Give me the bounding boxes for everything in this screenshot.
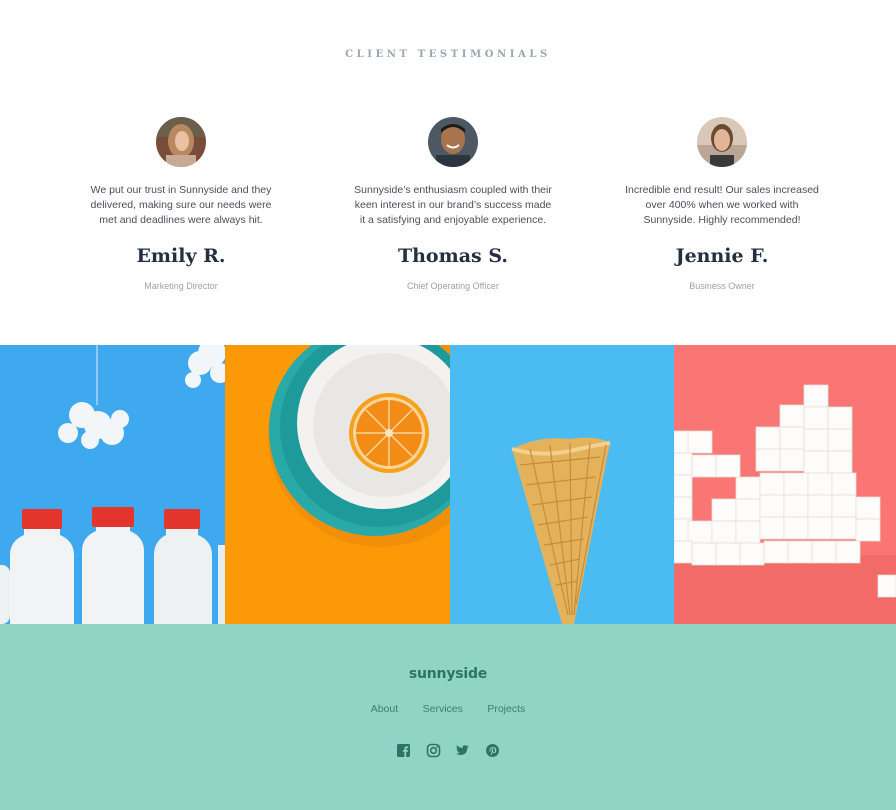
testimonial-role: Business Owner xyxy=(689,281,755,291)
testimonial-role: Marketing Director xyxy=(144,281,218,291)
pinterest-icon[interactable] xyxy=(485,743,500,758)
orange-plate-image xyxy=(225,345,450,624)
testimonial-name: Thomas S. xyxy=(397,245,508,267)
facebook-icon[interactable] xyxy=(396,743,411,758)
sugar-cubes-image xyxy=(674,345,896,624)
testimonial-role: Chief Operating Officer xyxy=(407,281,499,291)
section-title: CLIENT TESTIMONIALS xyxy=(345,49,551,60)
testimonial-quote: We put our trust in Sunnyside and they d… xyxy=(90,184,272,226)
testimonial-quote: Incredible end result! Our sales increas… xyxy=(625,184,819,226)
avatar xyxy=(428,117,478,167)
testimonial-name: Jennie F. xyxy=(675,245,769,267)
footer-nav: About Services Projects xyxy=(0,699,896,717)
testimonial-card: We put our trust in Sunnyside and they d… xyxy=(76,117,286,291)
avatar xyxy=(156,117,206,167)
instagram-icon[interactable] xyxy=(426,743,441,758)
ice-cream-cone-image xyxy=(450,345,674,624)
testimonial-card: Sunnyside’s enthusiasm coupled with thei… xyxy=(348,117,558,291)
milk-bottles-image xyxy=(0,345,225,624)
footer-link-projects[interactable]: Projects xyxy=(487,703,525,715)
testimonials-section: CLIENT TESTIMONIALS We put our trust in … xyxy=(0,0,896,345)
twitter-icon[interactable] xyxy=(455,743,470,758)
avatar xyxy=(697,117,747,167)
footer-link-about[interactable]: About xyxy=(371,703,398,715)
image-gallery xyxy=(0,345,896,624)
social-links xyxy=(0,743,896,763)
testimonial-quote: Sunnyside’s enthusiasm coupled with thei… xyxy=(354,184,552,226)
footer: sunnyside About Services Projects xyxy=(0,624,896,810)
footer-logo[interactable]: sunnyside xyxy=(0,666,896,682)
testimonial-name: Emily R. xyxy=(136,245,226,267)
testimonial-card: Incredible end result! Our sales increas… xyxy=(617,117,827,291)
footer-link-services[interactable]: Services xyxy=(423,703,463,715)
